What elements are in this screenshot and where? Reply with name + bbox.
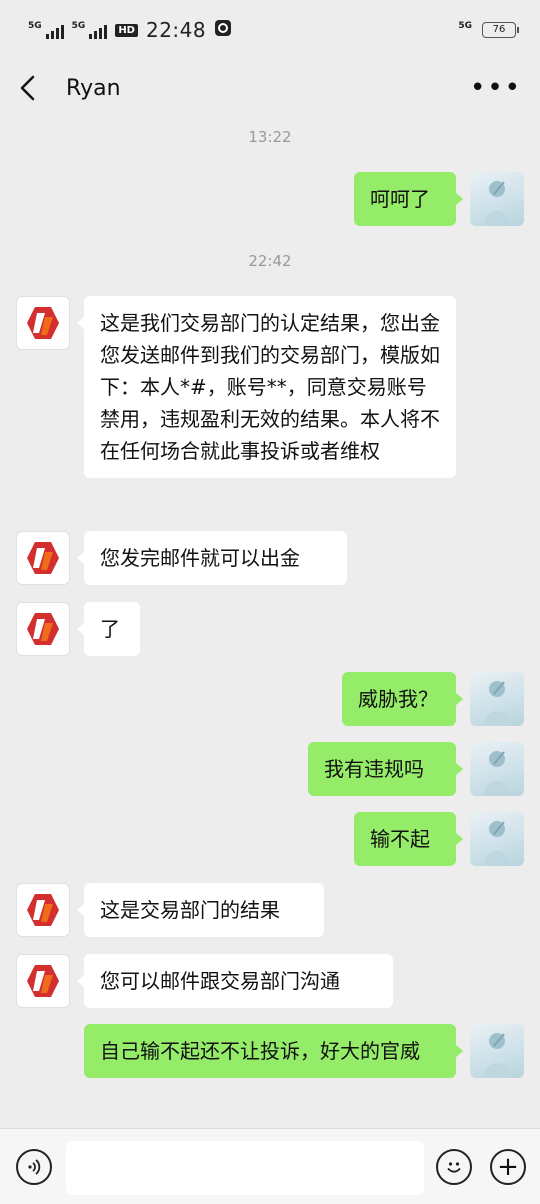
back-button[interactable] (18, 73, 48, 103)
hd-icon: HD (115, 23, 138, 37)
company-logo-avatar[interactable] (16, 602, 70, 656)
company-logo-avatar[interactable] (16, 883, 70, 937)
user-photo-avatar[interactable] (470, 1024, 524, 1078)
company-logo-avatar[interactable] (16, 296, 70, 350)
message-bubble-received[interactable]: 这是我们交易部门的认定结果，您出金您发送邮件到我们的交易部门，模版如下：本人*#… (77, 296, 456, 478)
company-logo-avatar[interactable] (16, 954, 70, 1008)
timestamp: 22:42 (248, 252, 292, 270)
company-logo-avatar[interactable] (16, 531, 70, 585)
message-bubble-received[interactable]: 您发完邮件就可以出金 (77, 531, 347, 585)
message-bubble-sent[interactable]: 呵呵了 (354, 172, 463, 226)
chat-title: Ryan (66, 75, 121, 101)
user-photo-avatar[interactable] (470, 172, 524, 226)
voice-button[interactable] (16, 1149, 52, 1185)
message-bubble-received[interactable]: 这是交易部门的结果 (77, 883, 324, 937)
status-time: 22:48 (145, 18, 207, 42)
user-photo-avatar[interactable] (470, 672, 524, 726)
emoji-button[interactable] (436, 1149, 472, 1185)
voice-icon (28, 1159, 41, 1175)
timestamp: 13:22 (248, 128, 292, 146)
message-bubble-received[interactable]: 了 (77, 602, 140, 656)
status-right: 5G 76 (458, 21, 519, 39)
signal-icon: 5G (72, 21, 108, 39)
message-bubble-sent[interactable]: 输不起 (354, 812, 463, 866)
app-notification-icon (214, 19, 232, 41)
message-bubble-sent[interactable]: 威胁我？ (342, 672, 463, 726)
emoji-icon (447, 1162, 461, 1173)
chevron-left-icon (20, 75, 35, 101)
signal-icon: 5G (28, 21, 64, 39)
plus-button[interactable]: + (490, 1149, 526, 1185)
network-icon: 5G (458, 21, 472, 31)
message-bubble-sent[interactable]: 自己输不起还不让投诉，好大的官威 (84, 1024, 463, 1078)
user-photo-avatar[interactable] (470, 742, 524, 796)
more-options-button[interactable]: ••• (470, 73, 522, 103)
message-bubble-sent[interactable]: 我有违规吗 (308, 742, 463, 796)
message-input[interactable] (66, 1141, 424, 1195)
input-bar: + (0, 1128, 540, 1204)
status-bar: 5G 5G HD 22:48 5G 76 (0, 0, 540, 60)
plus-icon: + (497, 1152, 519, 1182)
user-photo-avatar[interactable] (470, 812, 524, 866)
status-left: 5G 5G HD 22:48 (28, 18, 232, 42)
battery-icon: 76 (482, 22, 519, 38)
message-bubble-received[interactable]: 您可以邮件跟交易部门沟通 (77, 954, 393, 1008)
chat-header: Ryan ••• (0, 60, 540, 116)
